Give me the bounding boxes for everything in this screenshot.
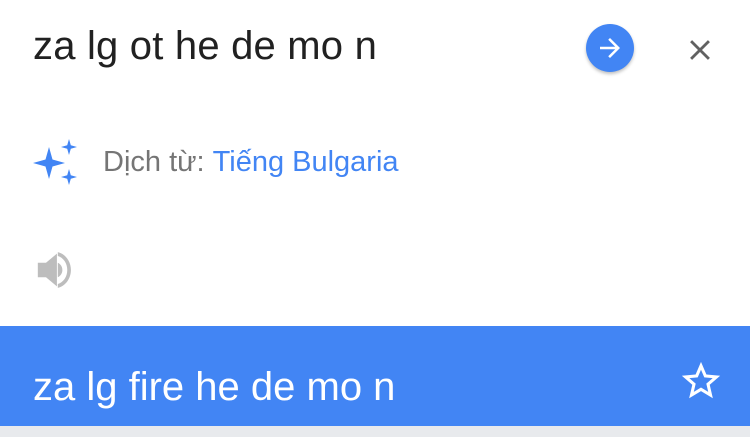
arrow-right-icon — [600, 38, 620, 58]
sparkle-icon — [33, 139, 79, 185]
close-icon — [690, 40, 710, 60]
star-outline-icon — [681, 361, 721, 399]
translate-panel: za lg ot he de mo n Dịch từ: Tiếng Bulga… — [0, 0, 750, 437]
listen-button[interactable] — [34, 250, 78, 290]
save-translation-button[interactable] — [678, 358, 724, 404]
translated-from-label: Dịch từ: — [103, 145, 205, 178]
bottom-divider — [0, 426, 750, 437]
translated-from-row[interactable]: Dịch từ: Tiếng Bulgaria — [33, 138, 399, 186]
speaker-icon — [37, 252, 71, 288]
detected-language-link[interactable]: Tiếng Bulgaria — [213, 146, 399, 179]
translate-go-button[interactable] — [586, 24, 634, 72]
translation-result-bar[interactable]: za lg fire he de mo n — [0, 326, 750, 426]
source-input-row: za lg ot he de mo n — [0, 0, 750, 100]
translated-text: za lg fire he de mo n — [33, 365, 396, 409]
source-text-input[interactable]: za lg ot he de mo n — [33, 24, 377, 69]
clear-button[interactable] — [680, 30, 720, 70]
